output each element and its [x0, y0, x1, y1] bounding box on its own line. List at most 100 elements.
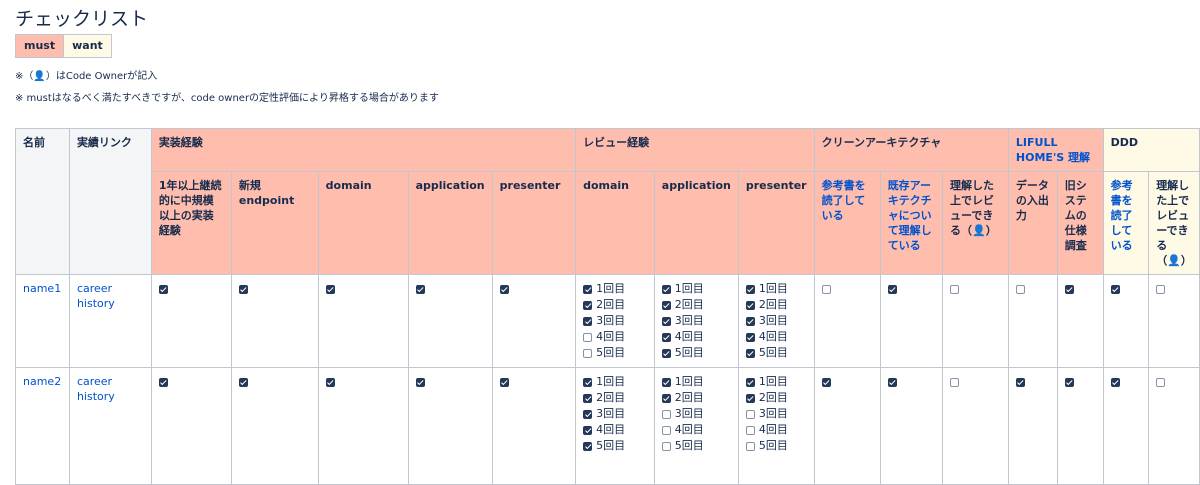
impl-5-checkbox[interactable]	[499, 284, 509, 294]
review-round-checkbox[interactable]	[745, 377, 755, 387]
impl-4-checkbox[interactable]	[415, 377, 425, 387]
review-round-item: 2回目	[661, 390, 731, 406]
header-review-group: レビュー経験	[575, 128, 815, 172]
impl-3-checkbox[interactable]	[325, 377, 335, 387]
review-round-item: 4回目	[745, 422, 807, 438]
lifull-2-checkbox[interactable]	[1064, 377, 1074, 387]
review-round-checkbox[interactable]	[661, 425, 671, 435]
header-name: 名前	[15, 128, 70, 275]
review-round-checkbox[interactable]	[745, 348, 755, 358]
review-round-checkbox[interactable]	[745, 284, 755, 294]
review-round-checkbox[interactable]	[583, 284, 593, 294]
review-round-checkbox[interactable]	[661, 409, 671, 419]
review-round-item: 5回目	[745, 345, 807, 361]
clean-arch-link[interactable]: 既存アーキテクチャについて理解している	[888, 179, 932, 252]
clean-2-checkbox[interactable]	[887, 377, 897, 387]
cell-review-2: 1回目 2回目 3回目 4回目 5回目	[653, 274, 739, 368]
header-lifull-2: 旧システムの仕様調査	[1056, 171, 1104, 275]
review-round-checkbox[interactable]	[583, 393, 593, 403]
cell-clean-3	[942, 274, 1009, 368]
review-round-checkbox[interactable]	[745, 300, 755, 310]
legend-must: must	[16, 35, 65, 57]
review-round-checkbox[interactable]	[661, 316, 671, 326]
review-round-label: 2回目	[674, 298, 704, 311]
ddd-1-checkbox[interactable]	[1110, 284, 1120, 294]
review-round-checkbox[interactable]	[661, 300, 671, 310]
lifull-2-checkbox[interactable]	[1064, 284, 1074, 294]
cell-name: name1	[15, 274, 70, 368]
review-round-item: 1回目	[661, 374, 731, 390]
review-round-label: 4回目	[596, 423, 626, 436]
review-round-label: 3回目	[758, 407, 788, 420]
review-round-checkbox[interactable]	[583, 425, 593, 435]
review-round-checkbox[interactable]	[583, 300, 593, 310]
cell-lifull-2	[1056, 274, 1104, 368]
header-ddd-2: 理解した上でレビューできる（👤）	[1148, 171, 1200, 275]
review-round-checkbox[interactable]	[745, 316, 755, 326]
career-history-link[interactable]: career history	[77, 375, 115, 403]
review-round-checkbox[interactable]	[745, 332, 755, 342]
lifull-1-checkbox[interactable]	[1015, 377, 1025, 387]
review-round-checkbox[interactable]	[583, 377, 593, 387]
clean-3-checkbox[interactable]	[950, 284, 960, 294]
review-round-checkbox[interactable]	[583, 409, 593, 419]
review-round-item: 1回目	[583, 281, 647, 297]
review-round-checkbox[interactable]	[661, 284, 671, 294]
review-round-item: 3回目	[661, 406, 731, 422]
clean-3-checkbox[interactable]	[950, 377, 960, 387]
cell-lifull-1	[1007, 274, 1058, 368]
cell-ddd-2	[1148, 274, 1200, 368]
ddd-2-checkbox[interactable]	[1156, 284, 1166, 294]
ddd-book-link[interactable]: 参考書を読了している	[1111, 179, 1133, 252]
ddd-1-checkbox[interactable]	[1110, 377, 1120, 387]
impl-2-checkbox[interactable]	[238, 284, 248, 294]
review-round-checkbox[interactable]	[661, 377, 671, 387]
review-round-checkbox[interactable]	[583, 316, 593, 326]
clean-1-checkbox[interactable]	[821, 377, 831, 387]
impl-2-checkbox[interactable]	[238, 377, 248, 387]
clean-2-checkbox[interactable]	[887, 284, 897, 294]
impl-1-checkbox[interactable]	[158, 284, 168, 294]
impl-3-checkbox[interactable]	[325, 284, 335, 294]
review-round-checkbox[interactable]	[661, 348, 671, 358]
review-round-checkbox[interactable]	[583, 441, 593, 451]
lifull-link[interactable]: LIFULL HOME'S 理解	[1016, 136, 1090, 164]
cell-impl-4	[407, 274, 493, 368]
review-round-checkbox[interactable]	[661, 393, 671, 403]
cell-review-1: 1回目 2回目 3回目 4回目 5回目	[575, 274, 655, 368]
ddd-2-checkbox[interactable]	[1156, 377, 1166, 387]
review-round-label: 4回目	[674, 330, 704, 343]
review-round-checkbox[interactable]	[583, 348, 593, 358]
cell-review-3: 1回目 2回目 3回目 4回目 5回目	[737, 274, 815, 368]
review-round-checkbox[interactable]	[745, 441, 755, 451]
review-round-checkbox[interactable]	[745, 425, 755, 435]
header-review-3: presenter	[737, 171, 815, 275]
review-round-item: 2回目	[661, 297, 731, 313]
review-round-label: 5回目	[674, 439, 704, 452]
header-lifull-group: LIFULL HOME'S 理解	[1007, 128, 1104, 172]
review-round-label: 5回目	[758, 346, 788, 359]
review-round-checkbox[interactable]	[745, 409, 755, 419]
review-round-checkbox[interactable]	[745, 393, 755, 403]
review-round-checkbox[interactable]	[661, 441, 671, 451]
impl-1-checkbox[interactable]	[158, 377, 168, 387]
review-round-item: 4回目	[745, 329, 807, 345]
review-round-item: 2回目	[583, 297, 647, 313]
header-review-1: domain	[575, 171, 655, 275]
member-name-link[interactable]: name2	[23, 375, 61, 388]
review-round-item: 4回目	[661, 329, 731, 345]
checklist-table: 名前 実績リンク 実装経験 レビュー経験 クリーンアーキテクチャ LIFULL …	[15, 128, 1200, 485]
review-round-checkbox[interactable]	[661, 332, 671, 342]
clean-1-checkbox[interactable]	[821, 284, 831, 294]
review-round-checkbox[interactable]	[583, 332, 593, 342]
header-link: 実績リンク	[68, 128, 152, 275]
clean-book-link[interactable]: 参考書を読了している	[822, 179, 866, 222]
career-history-link[interactable]: career history	[77, 282, 115, 310]
lifull-1-checkbox[interactable]	[1015, 284, 1025, 294]
legend: must want	[15, 34, 112, 58]
ddd-review-close: ）	[1180, 254, 1192, 267]
impl-4-checkbox[interactable]	[415, 284, 425, 294]
review-round-label: 2回目	[758, 298, 788, 311]
member-name-link[interactable]: name1	[23, 282, 61, 295]
impl-5-checkbox[interactable]	[499, 377, 509, 387]
